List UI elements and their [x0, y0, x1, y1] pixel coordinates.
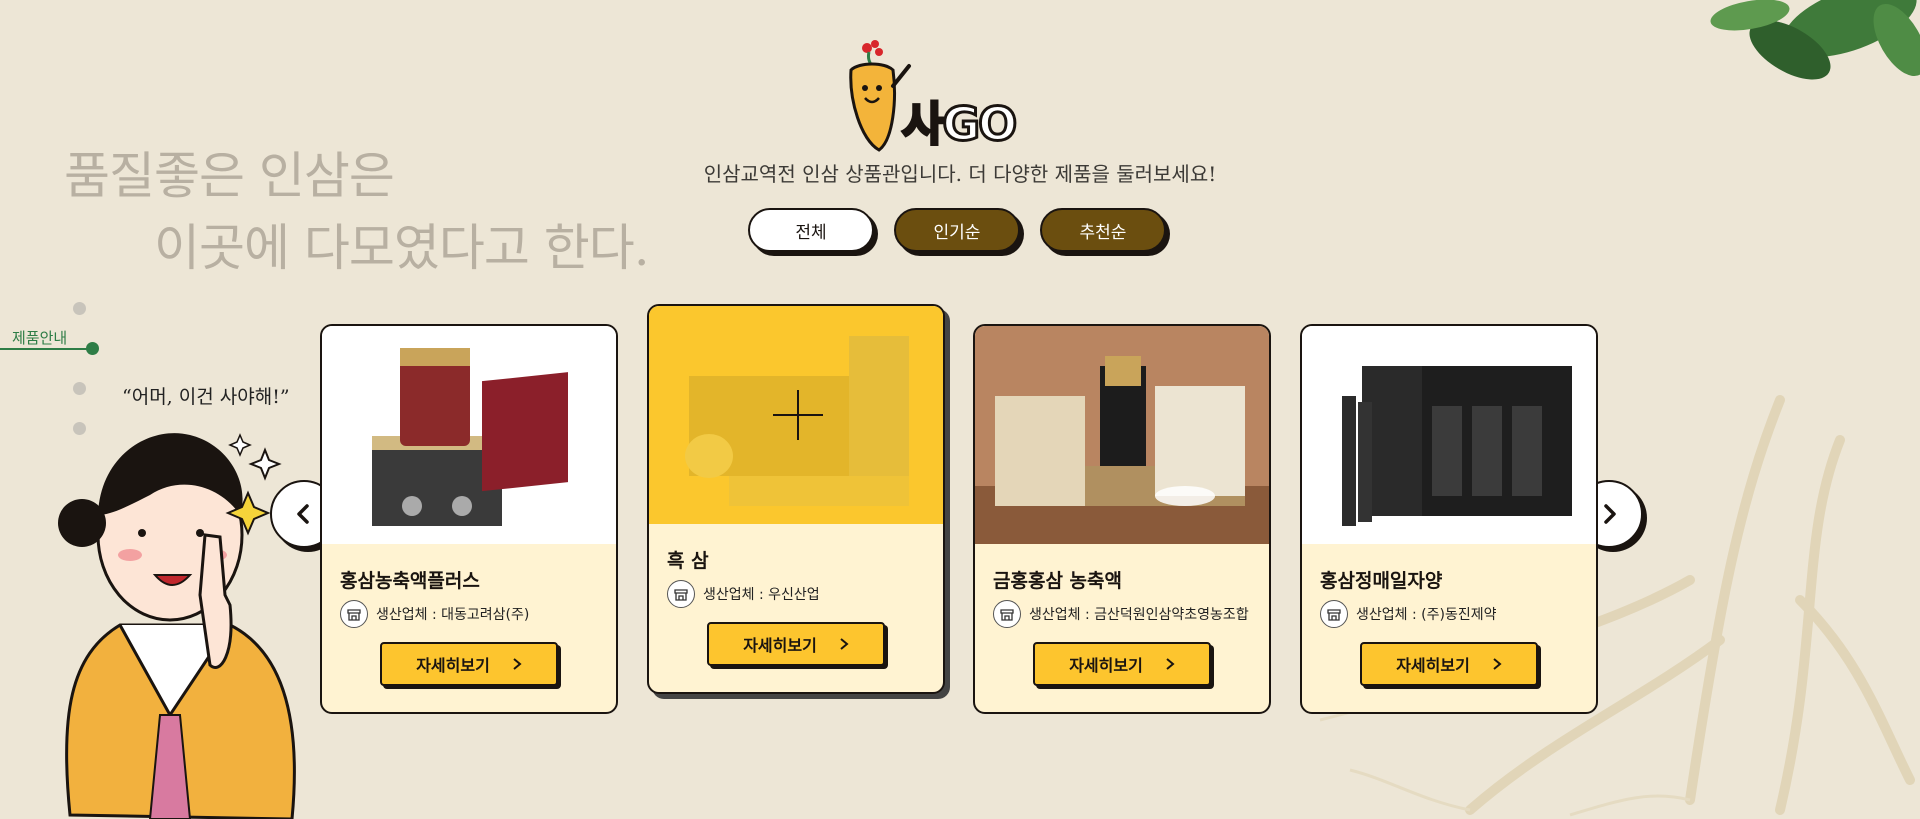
side-nav-dot-3[interactable] — [73, 382, 86, 395]
side-nav-dot-1[interactable] — [73, 302, 86, 315]
detail-button-label: 자세히보기 — [416, 656, 490, 675]
detail-button[interactable]: 자세히보기 — [707, 622, 885, 666]
chevron-right-icon — [513, 658, 522, 670]
hanbok-woman-illustration — [58, 433, 296, 819]
product-image — [322, 326, 616, 544]
product-maker: 생산업체 : 우신산업 — [667, 580, 820, 608]
product-title: 금홍홍삼 농축액 — [993, 570, 1122, 592]
store-icon — [993, 600, 1021, 628]
product-maker-label: 생산업체 : 우신산업 — [703, 587, 820, 603]
side-nav-dot-active[interactable] — [86, 342, 99, 355]
product-maker-label: 생산업체 : 대동고려삼(주) — [376, 607, 530, 623]
product-maker: 생산업체 : (주)동진제약 — [1320, 600, 1496, 628]
product-title: 홍삼농축액플러스 — [340, 570, 480, 592]
product-card[interactable]: 홍삼농축액플러스 생산업체 : 대동고려삼(주) 자세히보기 — [320, 324, 618, 714]
detail-button[interactable]: 자세히보기 — [1033, 642, 1211, 686]
detail-button-label: 자세히보기 — [1396, 656, 1470, 675]
product-image — [975, 326, 1269, 544]
filter-all-button[interactable]: 전체 — [748, 208, 874, 252]
product-maker: 생산업체 : 금산덕원인삼약초영농조합 — [993, 600, 1249, 628]
detail-button[interactable]: 자세히보기 — [1360, 642, 1538, 686]
product-maker: 생산업체 : 대동고려삼(주) — [340, 600, 529, 628]
chevron-right-icon — [1166, 658, 1175, 670]
filter-tabs: 전체 인기순 추천순 — [748, 208, 1166, 252]
store-icon — [340, 600, 368, 628]
product-card[interactable]: 금홍홍삼 농축액 생산업체 : 금산덕원인삼약초영농조합 자세히보기 — [973, 324, 1271, 714]
product-image — [649, 306, 943, 524]
filter-recommended-button[interactable]: 추천순 — [1040, 208, 1166, 252]
product-image — [1302, 326, 1596, 544]
page: 품질좋은 인삼은 이곳에 다모였다고 한다. 사GO 인삼교역전 인삼 상품관입… — [0, 0, 1920, 819]
filter-popular-button[interactable]: 인기순 — [894, 208, 1020, 252]
product-title: 흑 삼 — [667, 550, 709, 572]
store-icon — [1320, 600, 1348, 628]
chevron-left-icon — [297, 504, 309, 524]
product-maker-label: 생산업체 : 금산덕원인삼약초영농조합 — [1029, 607, 1249, 623]
page-subtitle: 인삼교역전 인삼 상품관입니다. 더 다양한 제품을 둘러보세요! — [703, 162, 1217, 186]
detail-button[interactable]: 자세히보기 — [380, 642, 558, 686]
chevron-right-icon — [1493, 658, 1502, 670]
character-quote: “어머, 이건 사야해!” — [122, 386, 290, 408]
chevron-right-icon — [1604, 504, 1616, 524]
product-maker-label: 생산업체 : (주)동진제약 — [1356, 607, 1497, 623]
logo-text: 사GO — [900, 96, 1018, 153]
detail-button-label: 자세히보기 — [1069, 656, 1143, 675]
product-title: 홍삼정매일자양 — [1320, 570, 1443, 592]
detail-button-label: 자세히보기 — [743, 636, 817, 655]
product-card[interactable]: 홍삼정매일자양 생산업체 : (주)동진제약 자세히보기 — [1300, 324, 1598, 714]
side-nav-label[interactable]: 제품안내 — [12, 327, 67, 348]
chevron-right-icon — [840, 638, 849, 650]
leaves-decoration — [1710, 0, 1920, 80]
headline-line-2: 이곳에 다모였다고 한다. — [154, 219, 650, 277]
side-nav-line — [0, 348, 92, 350]
product-card-featured[interactable]: 흑 삼 생산업체 : 우신산업 자세히보기 — [647, 304, 945, 694]
store-icon — [667, 580, 695, 608]
